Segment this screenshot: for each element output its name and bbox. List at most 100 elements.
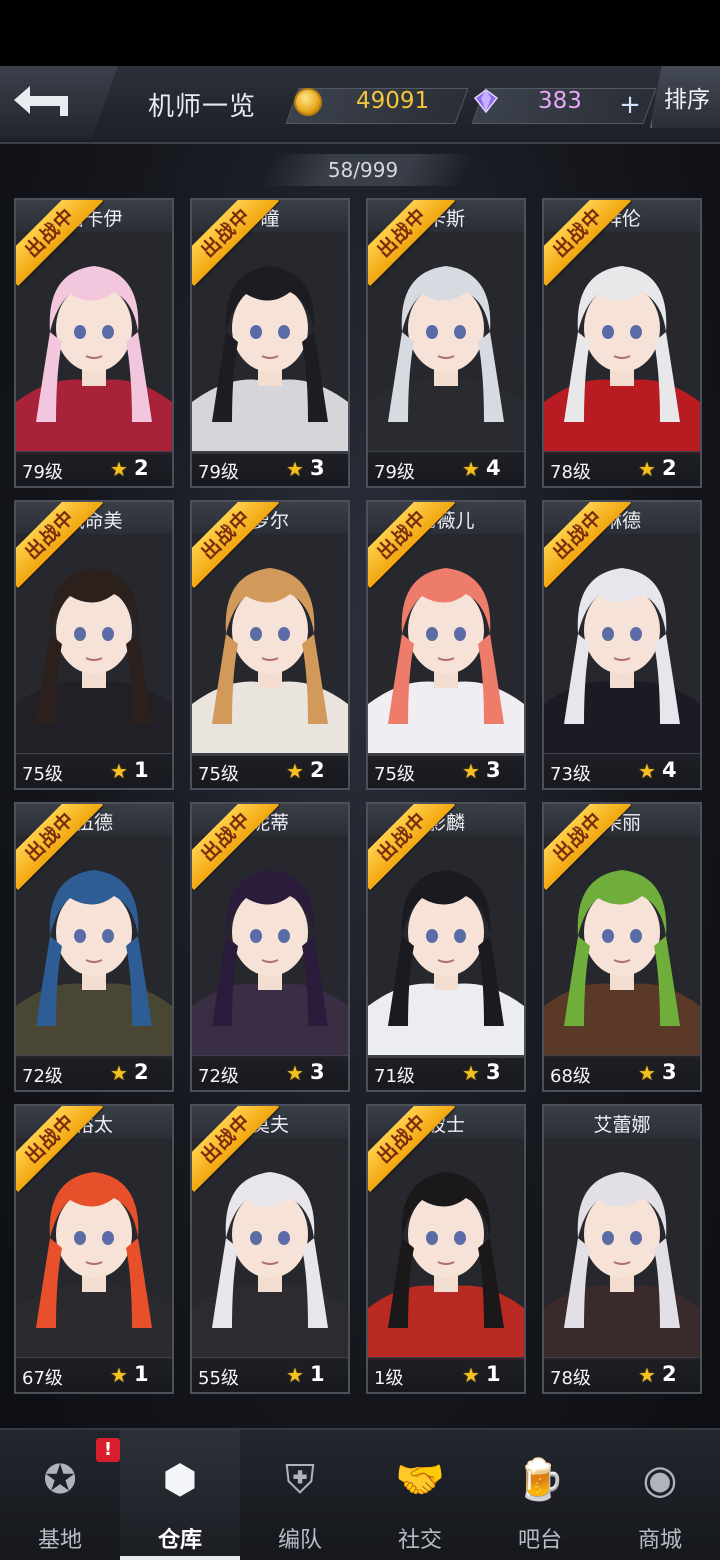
pilot-level: 72级 (198, 1066, 239, 1087)
pilot-card[interactable]: 朵丽 68级 ★ 3 出战中 (542, 802, 702, 1092)
pilot-card[interactable]: 琳德 73级 ★ 4 出战中 (542, 500, 702, 790)
pilot-portrait (192, 232, 348, 454)
pilot-level: 75级 (374, 764, 415, 785)
pilot-level: 78级 (550, 1368, 591, 1389)
nav-item-2[interactable]: ⛨ 编队 (240, 1430, 360, 1560)
pilot-level: 79级 (22, 462, 63, 483)
page-title: 机师一览 (148, 92, 257, 122)
pilot-card[interactable]: 尼薇儿 75级 ★ 3 出战中 (366, 500, 526, 790)
pilot-level: 78级 (550, 462, 591, 483)
pilot-info-bar: 72级 ★ 3 (192, 1055, 348, 1090)
pilot-star-count: 3 (486, 1060, 501, 1084)
pilot-level: 67级 (22, 1368, 63, 1389)
pilot-portrait (192, 534, 348, 756)
nav-item-5[interactable]: ◉ 商城 (600, 1430, 720, 1560)
star-icon: ★ (110, 1061, 128, 1085)
alert-badge: ! (96, 1438, 120, 1462)
pilot-level: 73级 (550, 764, 591, 785)
bottom-nav: ✪ 基地! ⬢ 仓库 ⛨ 编队 🤝 社交 🍺 吧台 ◉ 商城 (0, 1428, 720, 1560)
pilot-star-count: 1 (134, 1362, 149, 1386)
star-icon: ★ (638, 759, 656, 783)
back-button[interactable] (0, 66, 118, 138)
pilot-card[interactable]: 波士 1级 ★ 1 出战中 (366, 1104, 526, 1394)
pilot-portrait (16, 1138, 172, 1360)
star-icon: ★ (110, 759, 128, 783)
nav-label: 基地 (37, 1528, 82, 1553)
pilot-star-count: 1 (310, 1362, 325, 1386)
pilot-info-bar: 72级 ★ 2 (16, 1055, 172, 1090)
pilot-level: 68级 (550, 1066, 591, 1087)
pilot-card[interactable]: 裕太 67级 ★ 1 出战中 (14, 1104, 174, 1394)
pilot-card[interactable]: 艾蕾娜 78级 ★ 2 (542, 1104, 702, 1394)
star-icon: ★ (462, 759, 480, 783)
pilot-card[interactable]: 萝尔 75级 ★ 2 出战中 (190, 500, 350, 790)
pilot-portrait (16, 534, 172, 756)
pilot-portrait (368, 534, 524, 756)
pilot-level: 1级 (374, 1368, 404, 1389)
pilot-level: 72级 (22, 1066, 63, 1087)
beer-mug-icon: 🍺 (515, 1457, 565, 1503)
pilot-info-bar: 75级 ★ 1 (16, 753, 172, 788)
pilot-info-bar: 79级 ★ 2 (16, 451, 172, 486)
pilot-name: 艾蕾娜 (593, 1114, 651, 1136)
nav-item-0[interactable]: ✪ 基地! (0, 1430, 120, 1560)
pilot-card[interactable]: 瞳 79级 ★ 3 出战中 (190, 198, 350, 488)
pilot-star-count: 3 (310, 456, 325, 480)
star-icon: ★ (110, 457, 128, 481)
pilot-card[interactable]: 妮蒂 72级 ★ 3 出战中 (190, 802, 350, 1092)
nav-item-3[interactable]: 🤝 社交 (360, 1430, 480, 1560)
pilot-star-count: 4 (662, 758, 677, 782)
team-formation-icon: ⛨ (285, 1457, 315, 1503)
pilot-portrait (544, 836, 700, 1058)
nav-item-4[interactable]: 🍺 吧台 (480, 1430, 600, 1560)
add-gems-button[interactable]: + (616, 92, 644, 120)
pilot-star-count: 2 (134, 456, 149, 480)
pilot-info-bar: 75级 ★ 2 (192, 753, 348, 788)
back-arrow-icon (14, 86, 68, 116)
pilot-star-count: 3 (310, 1060, 325, 1084)
pilot-card[interactable]: 拜伦 78级 ★ 2 出战中 (542, 198, 702, 488)
pilot-level: 55级 (198, 1368, 239, 1389)
gem-value: 383 (538, 88, 582, 114)
nav-item-1[interactable]: ⬢ 仓库 (120, 1430, 240, 1560)
pilot-card[interactable]: 莫夫 55级 ★ 1 出战中 (190, 1104, 350, 1394)
gold-coin-icon (294, 88, 322, 116)
pilot-info-bar: 1级 ★ 1 (368, 1357, 524, 1392)
sort-button[interactable]: 排序 (650, 66, 720, 128)
pilot-level: 79级 (374, 462, 415, 483)
pilot-star-count: 2 (134, 1060, 149, 1084)
pilot-portrait (368, 1138, 524, 1360)
pilot-card[interactable]: 卡斯 79级 ★ 4 出战中 (366, 198, 526, 488)
pilot-star-count: 2 (662, 1362, 677, 1386)
roster-count: 58/999 (327, 158, 399, 182)
pilot-star-count: 3 (662, 1060, 677, 1084)
pilot-info-bar: 55级 ★ 1 (192, 1357, 348, 1392)
star-icon: ★ (462, 1363, 480, 1387)
pilot-card[interactable]: 洛卡伊 79级 ★ 2 出战中 (14, 198, 174, 488)
star-icon: ★ (462, 1061, 480, 1085)
handshake-icon: 🤝 (395, 1457, 445, 1503)
pilot-portrait (16, 836, 172, 1058)
pilot-card[interactable]: 伍德 72级 ★ 2 出战中 (14, 802, 174, 1092)
base-emblem-icon: ✪ (43, 1457, 77, 1503)
pilot-card[interactable]: 岚命美 75级 ★ 1 出战中 (14, 500, 174, 790)
pilot-level: 79级 (198, 462, 239, 483)
star-icon: ★ (638, 457, 656, 481)
nav-label: 吧台 (517, 1528, 562, 1553)
pilot-portrait (16, 232, 172, 454)
sort-label: 排序 (664, 87, 710, 113)
pilot-info-bar: 79级 ★ 3 (192, 451, 348, 486)
pilot-info-bar: 73级 ★ 4 (544, 753, 700, 788)
pilot-card[interactable]: 影麟 71级 ★ 3 出战中 (366, 802, 526, 1092)
pilot-info-bar: 75级 ★ 3 (368, 753, 524, 788)
gold-value: 49091 (356, 88, 430, 114)
star-icon: ★ (110, 1363, 128, 1387)
pilot-info-bar: 71级 ★ 3 (368, 1055, 524, 1090)
star-icon: ★ (286, 1363, 304, 1387)
pilot-name-bar: 艾蕾娜 (544, 1106, 700, 1139)
pilot-portrait (192, 836, 348, 1058)
nav-label: 编队 (277, 1528, 322, 1553)
status-area (0, 0, 720, 66)
pilot-level: 71级 (374, 1066, 415, 1087)
nav-label: 社交 (397, 1528, 442, 1553)
